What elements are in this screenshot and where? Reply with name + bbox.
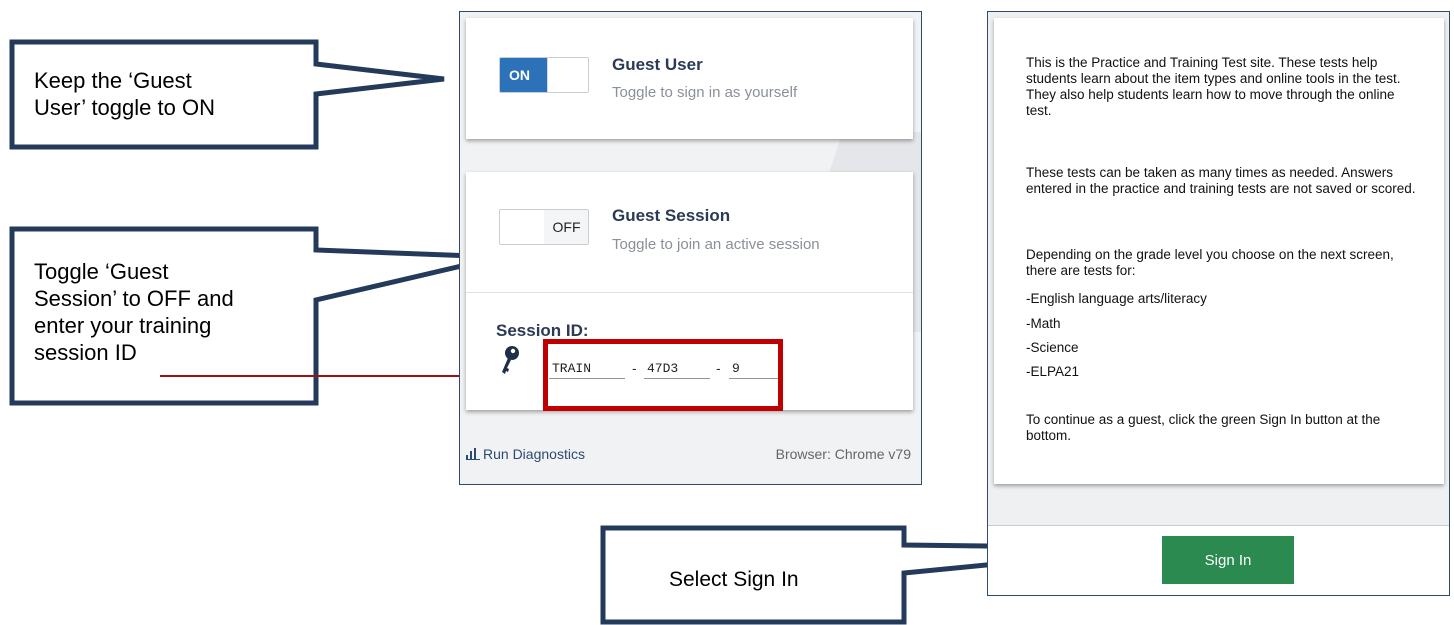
- login-panel: ON Guest User Toggle to sign in as yours…: [459, 11, 922, 485]
- session-id-highlight: [543, 339, 783, 411]
- guest-user-subtitle: Toggle to sign in as yourself: [612, 84, 798, 101]
- guest-user-toggle[interactable]: ON: [499, 57, 589, 93]
- guest-user-title: Guest User: [612, 55, 703, 74]
- info-list-item: -Math: [1026, 316, 1061, 331]
- info-footer: Sign In: [988, 525, 1449, 595]
- session-id-label: Session ID:: [496, 321, 589, 340]
- toggle-knob: [547, 58, 588, 92]
- info-list-item: -Science: [1026, 340, 1079, 355]
- callout-guest-user-text: Keep the ‘Guest User’ toggle to ON: [34, 67, 215, 121]
- callout-line: session ID: [34, 340, 137, 365]
- callout-guest-session-text: Toggle ‘Guest Session’ to OFF and enter …: [34, 258, 234, 366]
- toggle-knob: [500, 210, 545, 244]
- callout-line: Session’ to OFF and: [34, 286, 234, 311]
- run-diagnostics-link[interactable]: Run Diagnostics: [466, 446, 585, 462]
- callout-sign-in-text: Select Sign In: [669, 568, 799, 591]
- guest-user-card: ON Guest User Toggle to sign in as yours…: [466, 18, 913, 139]
- info-list-item: -ELPA21: [1026, 364, 1080, 379]
- toggle-on-label: ON: [500, 58, 547, 92]
- info-panel: This is the Practice and Training Test s…: [987, 11, 1450, 596]
- info-paragraph-2: These tests can be taken as many times a…: [1026, 165, 1416, 196]
- toggle-off-label: OFF: [544, 210, 588, 244]
- callout-line: Keep the ‘Guest: [34, 68, 192, 93]
- callout-line: Toggle ‘Guest: [34, 259, 169, 284]
- sign-in-button[interactable]: Sign In: [1162, 536, 1294, 584]
- bar-chart-icon: [466, 448, 480, 460]
- run-diagnostics-label: Run Diagnostics: [483, 446, 585, 462]
- guest-session-toggle[interactable]: OFF: [499, 209, 589, 245]
- info-card: This is the Practice and Training Test s…: [994, 18, 1444, 484]
- info-paragraph-1: This is the Practice and Training Test s…: [1026, 55, 1401, 118]
- divider: [466, 292, 913, 293]
- guest-session-title: Guest Session: [612, 206, 731, 225]
- info-paragraph-3: Depending on the grade level you choose …: [1026, 247, 1394, 278]
- guest-session-subtitle: Toggle to join an active session: [612, 236, 820, 253]
- callout-line: enter your training: [34, 313, 212, 338]
- callout-line: User’ toggle to ON: [34, 95, 215, 120]
- info-list-item: -English language arts/literacy: [1026, 291, 1207, 306]
- key-icon: [502, 346, 519, 374]
- info-paragraph-4: To continue as a guest, click the green …: [1026, 412, 1381, 443]
- browser-info: Browser: Chrome v79: [775, 446, 911, 462]
